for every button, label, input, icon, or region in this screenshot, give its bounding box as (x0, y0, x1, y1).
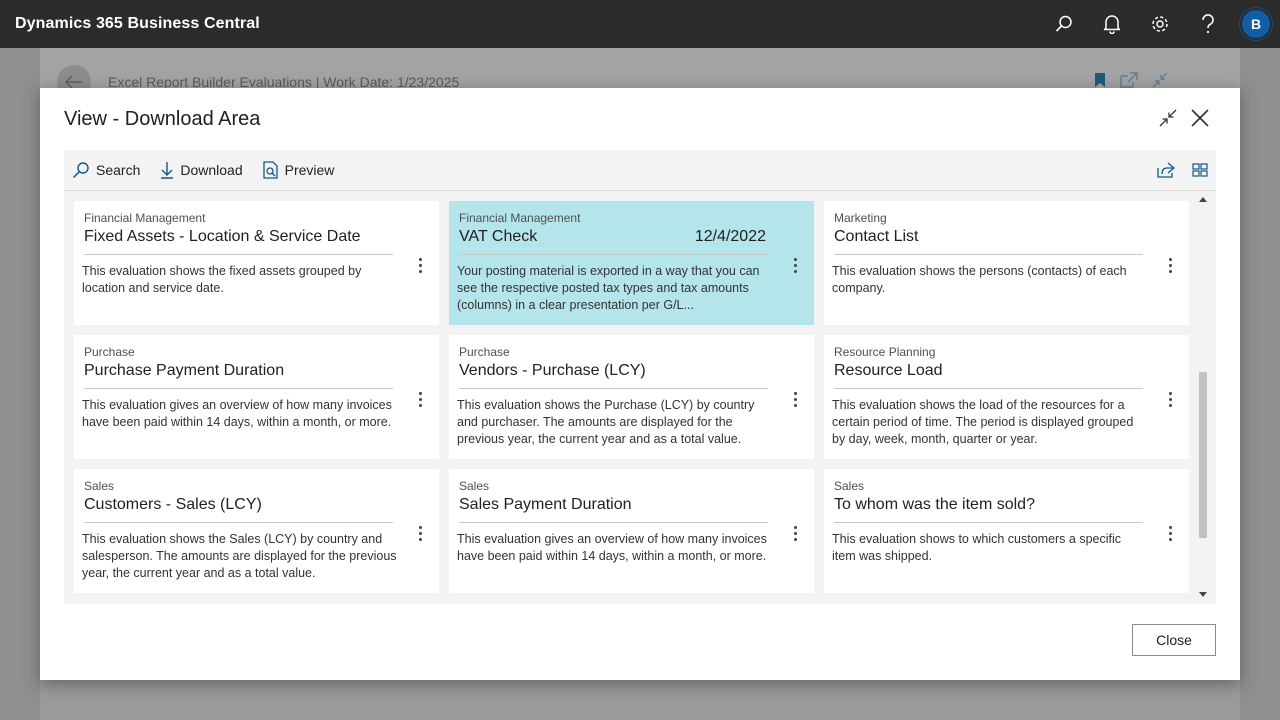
scroll-down-arrow-icon[interactable] (1199, 592, 1207, 597)
card-category: Purchase (459, 345, 510, 359)
vertical-scrollbar[interactable] (1196, 194, 1210, 600)
share-icon[interactable] (1154, 158, 1178, 182)
card-title[interactable]: Vendors - Purchase (LCY) (459, 362, 646, 380)
close-button[interactable]: Close (1132, 624, 1216, 656)
app-bar: Dynamics 365 Business Central B (0, 0, 1280, 48)
download-icon (161, 162, 174, 179)
more-options-icon[interactable] (785, 521, 805, 545)
preview-icon (262, 161, 278, 179)
action-bar-divider (64, 190, 1216, 191)
card-description: This evaluation gives an overview of how… (457, 532, 767, 563)
card-description: This evaluation shows to which customers… (832, 532, 1122, 563)
evaluation-card[interactable]: Sales Sales Payment Duration This evalua… (449, 469, 814, 593)
dialog-title: View - Download Area (64, 108, 261, 130)
card-divider (84, 522, 393, 523)
card-category: Sales (834, 479, 865, 493)
evaluation-card[interactable]: Purchase Vendors - Purchase (LCY) This e… (449, 335, 814, 459)
avatar[interactable]: B (1240, 8, 1272, 40)
card-category: Financial Management (84, 211, 206, 225)
gear-icon[interactable] (1136, 0, 1184, 48)
card-divider (459, 254, 768, 255)
evaluation-card[interactable]: Purchase Purchase Payment Duration This … (74, 335, 439, 459)
card-description: Your posting material is exported in a w… (457, 264, 760, 312)
download-button[interactable]: Download (160, 150, 252, 190)
card-category: Sales (84, 479, 115, 493)
more-options-icon[interactable] (410, 253, 430, 277)
card-title[interactable]: VAT Check (459, 228, 537, 246)
evaluation-card[interactable]: Resource Planning Resource Load This eva… (824, 335, 1189, 459)
preview-label: Preview (284, 162, 335, 178)
more-options-icon[interactable] (410, 387, 430, 411)
evaluation-card[interactable]: Sales Customers - Sales (LCY) This evalu… (74, 469, 439, 593)
more-options-icon[interactable] (1160, 521, 1180, 545)
evaluation-card[interactable]: Marketing Contact List This evaluation s… (824, 201, 1189, 325)
card-date: 12/4/2022 (694, 228, 766, 245)
tiles-view-icon[interactable] (1188, 158, 1212, 182)
action-bar: Search Download Preview (64, 150, 1216, 190)
card-category: Resource Planning (834, 345, 936, 359)
card-divider (84, 388, 393, 389)
view-dialog: View - Download Area Search Download Pre… (40, 88, 1240, 680)
card-divider (84, 254, 393, 255)
search-label: Search (96, 162, 141, 178)
card-divider (834, 388, 1143, 389)
more-options-icon[interactable] (1160, 387, 1180, 411)
app-title[interactable]: Dynamics 365 Business Central (15, 15, 260, 33)
scroll-thumb[interactable] (1199, 372, 1207, 538)
card-divider (459, 522, 768, 523)
card-title[interactable]: Customers - Sales (LCY) (84, 496, 262, 514)
more-options-icon[interactable] (1160, 253, 1180, 277)
more-options-icon[interactable] (410, 521, 430, 545)
search-icon[interactable] (1040, 0, 1088, 48)
evaluation-card[interactable]: Financial Management Fixed Assets - Loca… (74, 201, 439, 325)
card-category: Financial Management (459, 211, 581, 225)
card-category: Marketing (834, 211, 887, 225)
download-label: Download (180, 162, 243, 178)
bell-icon[interactable] (1088, 0, 1136, 48)
search-icon (72, 162, 89, 179)
card-description: This evaluation gives an overview of how… (82, 398, 392, 429)
card-title[interactable]: Sales Payment Duration (459, 496, 632, 514)
card-divider (459, 388, 768, 389)
app-bar-icons: B (1040, 0, 1280, 48)
card-description: This evaluation shows the fixed assets g… (82, 264, 362, 295)
more-options-icon[interactable] (785, 387, 805, 411)
close-icon[interactable] (1188, 106, 1212, 130)
card-title[interactable]: Purchase Payment Duration (84, 362, 284, 380)
evaluation-card-grid: Financial Management Fixed Assets - Loca… (74, 201, 1189, 601)
search-button[interactable]: Search (72, 150, 150, 190)
card-title[interactable]: Contact List (834, 228, 918, 246)
card-divider (834, 254, 1143, 255)
card-divider (834, 522, 1143, 523)
card-category: Purchase (84, 345, 135, 359)
card-title[interactable]: Fixed Assets - Location & Service Date (84, 228, 361, 246)
evaluation-card[interactable]: Financial Management VAT Check 12/4/2022… (449, 201, 814, 325)
card-description: This evaluation shows the Sales (LCY) by… (82, 532, 397, 580)
card-category: Sales (459, 479, 490, 493)
more-options-icon[interactable] (785, 253, 805, 277)
collapse-icon[interactable] (1156, 106, 1180, 130)
evaluation-card[interactable]: Sales To whom was the item sold? This ev… (824, 469, 1189, 593)
preview-button[interactable]: Preview (262, 150, 345, 190)
card-description: This evaluation shows the Purchase (LCY)… (457, 398, 755, 446)
card-description: This evaluation shows the persons (conta… (832, 264, 1127, 295)
card-description: This evaluation shows the load of the re… (832, 398, 1134, 446)
dialog-content: Search Download Preview Financial Manage… (64, 150, 1216, 604)
help-icon[interactable] (1184, 0, 1232, 48)
scroll-up-arrow-icon[interactable] (1199, 197, 1207, 202)
card-title[interactable]: To whom was the item sold? (834, 496, 1035, 514)
card-title[interactable]: Resource Load (834, 362, 943, 380)
